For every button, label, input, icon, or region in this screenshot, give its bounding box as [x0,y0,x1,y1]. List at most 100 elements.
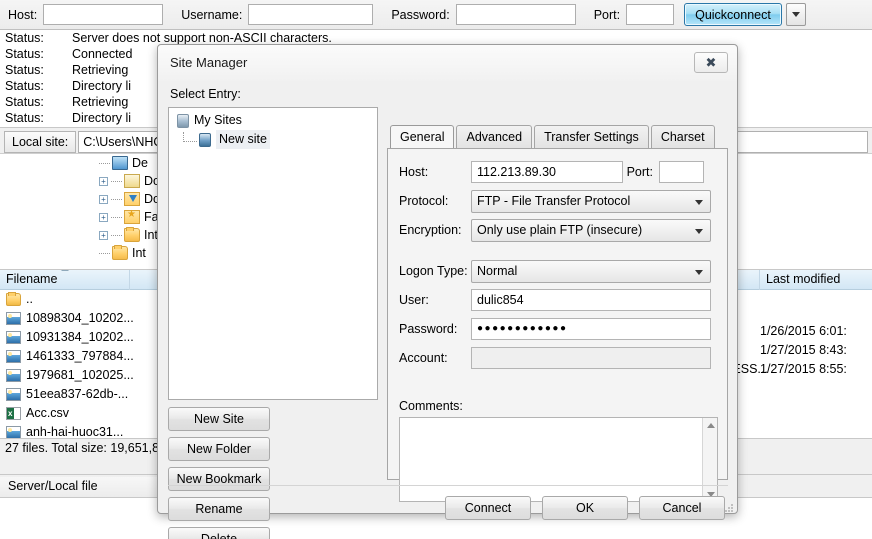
connect-button[interactable]: Connect [445,496,531,520]
remote-modified: 1/26/2015 6:01: [760,324,847,338]
log-message: Retrieving [72,63,129,77]
site-entry-tree[interactable]: My Sites New site [168,107,378,400]
logon-type-value: Normal [477,264,518,278]
host-input[interactable] [471,161,623,183]
account-label: Account: [399,351,448,365]
logon-type-row: Logon Type: Normal [399,259,719,283]
general-tab-panel: Host: Port: Protocol: FTP - File Transfe… [387,148,728,502]
quickconnect-host-label: Host: [8,7,38,22]
site-tree-item-label: New site [216,130,270,149]
log-key: Status: [5,95,44,109]
filezilla-window: Host: Username: Password: Port: Quickcon… [0,0,872,539]
monitor-icon [112,156,128,170]
quickconnect-password-input[interactable] [455,4,576,25]
dialog-title: Site Manager [170,55,248,70]
scroll-up-icon[interactable] [703,418,718,432]
log-key: Status: [5,63,44,77]
folder-icon [112,245,128,260]
resize-grip-icon[interactable] [724,503,734,513]
file-name: 10898304_10202... [26,311,134,325]
tree-connector-icon [183,132,197,142]
chevron-down-icon [791,12,800,17]
column-header-last-modified[interactable]: Last modified [760,270,872,290]
local-site-label: Local site: [4,130,77,153]
user-label: User: [399,293,429,307]
delete-button[interactable]: Delete [168,527,270,539]
site-tree-root-label: My Sites [194,113,242,127]
file-name: 10931384_10202... [26,330,134,344]
password-label: Password: [399,322,458,336]
rename-button[interactable]: Rename [168,497,270,521]
expander-plus-icon[interactable]: + [99,212,108,222]
image-file-icon [6,312,21,325]
settings-tabs: General Advanced Transfer Settings Chars… [390,125,728,149]
new-bookmark-button[interactable]: New Bookmark [168,467,270,491]
quickconnect-username-label: Username: [181,7,243,22]
quickconnect-host-input[interactable] [43,4,164,25]
ok-button[interactable]: OK [542,496,628,520]
downloads-folder-icon [124,192,140,206]
new-site-button[interactable]: New Site [168,407,270,431]
log-key: Status: [5,111,44,125]
tab-transfer-settings[interactable]: Transfer Settings [534,125,649,149]
encryption-value: Only use plain FTP (insecure) [477,223,643,237]
port-input[interactable] [659,161,704,183]
tab-general[interactable]: General [390,125,455,149]
encryption-select[interactable]: Only use plain FTP (insecure) [471,218,711,242]
expander-plus-icon[interactable]: + [99,176,108,186]
remote-modified: 1/27/2015 8:55: [760,362,847,376]
password-input[interactable]: ●●●●●●●●●●●● [471,318,711,340]
image-file-icon [6,388,21,401]
favorites-folder-icon [124,209,140,224]
chevron-down-icon [695,228,703,234]
logon-type-select[interactable]: Normal [471,259,711,283]
file-name: Acc.csv [26,406,70,420]
column-header-filename[interactable]: Filename [0,270,130,290]
cancel-button[interactable]: Cancel [639,496,725,520]
port-label: Port: [626,165,653,179]
remote-modified: 1/27/2015 8:43: [760,343,847,357]
file-name: 1979681_102025... [26,368,134,382]
tree-item-label: De [132,156,148,170]
quickconnect-password-label: Password: [391,7,450,22]
dialog-title-bar: Site Manager ✖ [158,45,737,81]
account-input [471,347,711,369]
user-input[interactable] [471,289,711,311]
file-name: .. [26,292,33,306]
folder-icon [124,227,140,242]
quickconnect-history-dropdown[interactable] [785,3,806,26]
site-tree-root[interactable]: My Sites [169,111,377,130]
dialog-body: Select Entry: My Sites New site New Site… [158,81,737,539]
encryption-row: Encryption: Only use plain FTP (insecure… [399,218,719,242]
host-row: Host: Port: [399,160,719,184]
protocol-select[interactable]: FTP - File Transfer Protocol [471,189,711,213]
password-row: Password: ●●●●●●●●●●●● [399,317,719,341]
log-key: Status: [5,31,44,45]
comments-textarea[interactable] [399,417,718,502]
tree-connector-icon [111,234,122,236]
quickconnect-button[interactable]: Quickconnect [684,3,782,26]
account-row: Account: [399,346,719,370]
quickconnect-username-input[interactable] [248,4,374,25]
folder-icon [6,292,21,306]
new-folder-button[interactable]: New Folder [168,437,270,461]
sort-ascending-icon [60,270,69,271]
expander-plus-icon[interactable]: + [99,194,108,204]
comments-label: Comments: [399,399,463,413]
expander-plus-icon[interactable]: + [99,230,108,240]
user-row: User: [399,288,719,312]
tree-item-label: Int [144,228,158,242]
site-icon [199,132,211,147]
tab-advanced[interactable]: Advanced [456,125,533,149]
close-icon[interactable]: ✖ [694,52,728,73]
comments-scrollbar[interactable] [702,418,717,501]
site-tree-item[interactable]: New site [169,130,377,149]
tab-charset[interactable]: Charset [650,125,715,149]
quickconnect-port-label: Port: [593,7,621,22]
server-group-icon [177,113,189,128]
quickconnect-port-input[interactable] [626,4,675,25]
site-entry-buttons: New Site New Folder New Bookmark Rename … [168,407,380,539]
file-name: 51eea837-62db-... [26,387,129,401]
image-file-icon [6,350,21,363]
host-label: Host: [399,165,429,179]
